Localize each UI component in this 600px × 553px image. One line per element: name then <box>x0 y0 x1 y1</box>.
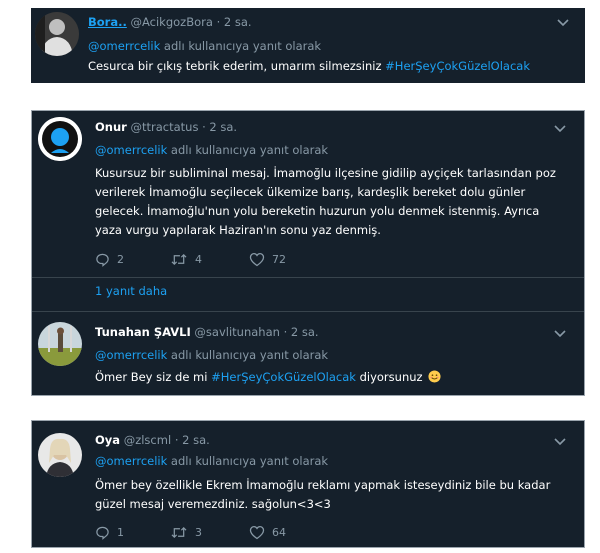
tweet-text-body: diyorsunuz <box>355 370 427 384</box>
reply-context: @omerrcelik adlı kullanıcıya yanıt olara… <box>88 39 321 53</box>
author-handle[interactable]: @savlitunahan <box>194 325 280 339</box>
tweet-text: Kusursuz bir subliminal mesaj. İmamoğlu … <box>95 164 575 240</box>
tweet-text-line: verilerek İmamoğlu seçilecek ülkemize ba… <box>95 185 526 199</box>
tweet-text-line: yaza vurgu yapılarak Haziran'ın sonu yaz… <box>95 223 381 237</box>
author-name[interactable]: Oya <box>95 433 120 447</box>
reply-count: 1 <box>117 525 124 539</box>
author-name[interactable]: Tunahan ŞAVLI <box>95 325 191 339</box>
chevron-down-icon[interactable] <box>556 18 570 28</box>
tweet-text-line: gelecek. İmamoğlu'nun yolu bereketin huz… <box>95 204 540 218</box>
author-handle[interactable]: @zlscml <box>124 433 171 447</box>
tweet-card-oya: Oya @zlscml · 2 sa. @omerrcelik adlı kul… <box>31 420 585 548</box>
author-handle[interactable]: @ttractatus <box>130 120 198 134</box>
reply-context-label: adlı kullanıcıya yanıt olarak <box>167 454 329 468</box>
retweet-button[interactable]: 3 <box>170 524 202 540</box>
like-count: 72 <box>272 252 286 266</box>
tweet-thread-card: Onur @ttractatus · 2 sa. @omerrcelik adl… <box>31 110 585 396</box>
author-name[interactable]: Bora.. <box>88 15 127 29</box>
tweet-time[interactable]: · 2 sa. <box>284 325 319 339</box>
tweet-actions: 2 4 72 <box>95 251 395 267</box>
avatar[interactable] <box>38 322 82 366</box>
avatar[interactable] <box>35 12 79 56</box>
chevron-down-icon[interactable] <box>553 329 567 339</box>
avatar[interactable] <box>38 433 82 477</box>
reply-context-label: adlı kullanıcıya yanıt olarak <box>167 348 329 362</box>
mention-link[interactable]: @omerrcelik <box>95 454 167 468</box>
tweet-onur: Onur @ttractatus · 2 sa. @omerrcelik adl… <box>32 111 584 311</box>
tweet-text-line: güzel mesaj veremezdiniz. sağolun<3<3 <box>95 497 331 511</box>
author-handle[interactable]: @AcikgozBora <box>131 15 213 29</box>
hashtag-link[interactable]: #HerŞeyÇokGüzelOlacak <box>211 370 356 384</box>
reply-button[interactable]: 2 <box>95 251 124 267</box>
tweet-time[interactable]: · 2 sa. <box>217 15 252 29</box>
tweet-time[interactable]: · 2 sa. <box>202 120 237 134</box>
like-button[interactable]: 64 <box>249 524 286 540</box>
retweet-icon <box>171 253 187 265</box>
reply-context-label: adlı kullanıcıya yanıt olarak <box>167 143 329 157</box>
mention-link[interactable]: @omerrcelik <box>95 143 167 157</box>
tweet-text-body: Ömer Bey siz de mi <box>95 370 212 384</box>
reply-context: @omerrcelik adlı kullanıcıya yanıt olara… <box>95 143 328 157</box>
retweet-count: 3 <box>195 525 202 539</box>
reply-icon <box>96 253 109 267</box>
reply-context: @omerrcelik adlı kullanıcıya yanıt olara… <box>95 348 328 362</box>
like-button[interactable]: 72 <box>249 251 286 267</box>
chevron-down-icon[interactable] <box>553 124 567 134</box>
hashtag-link[interactable]: #HerŞeyÇokGüzelOlacak <box>385 59 530 73</box>
retweet-count: 4 <box>195 252 202 266</box>
tweet-header: Oya @zlscml · 2 sa. <box>95 433 210 447</box>
reply-context: @omerrcelik adlı kullanıcıya yanıt olara… <box>95 454 328 468</box>
mention-link[interactable]: @omerrcelik <box>88 39 160 53</box>
tweet-actions: 1 3 64 <box>95 524 395 540</box>
retweet-button[interactable]: 4 <box>170 251 202 267</box>
tweet-header: Bora.. @AcikgozBora · 2 sa. <box>88 15 252 29</box>
mention-link[interactable]: @omerrcelik <box>95 348 167 362</box>
tweet-text-line: Ömer bey özellikle Ekrem İmamoğlu reklam… <box>95 478 551 492</box>
tweet-card-1: Bora.. @AcikgozBora · 2 sa. @omerrcelik … <box>31 8 585 83</box>
tweet-text: Ömer bey özellikle Ekrem İmamoğlu reklam… <box>95 476 575 514</box>
reply-count: 2 <box>117 252 124 266</box>
tweet-time[interactable]: · 2 sa. <box>175 433 210 447</box>
reply-context-label: adlı kullanıcıya yanıt olarak <box>160 39 322 53</box>
tweet-text-body: Cesurca bir çıkış tebrik ederim, umarım … <box>88 59 386 73</box>
author-name[interactable]: Onur <box>95 120 127 134</box>
like-count: 64 <box>272 525 286 539</box>
reply-icon <box>96 526 109 540</box>
avatar[interactable] <box>38 117 82 161</box>
tweet-tunahan: Tunahan ŞAVLI @savlitunahan · 2 sa. @ome… <box>32 312 584 396</box>
reply-button[interactable]: 1 <box>95 524 124 540</box>
smiling-face-emoji <box>428 370 441 383</box>
chevron-down-icon[interactable] <box>553 437 567 447</box>
retweet-icon <box>171 526 187 538</box>
like-icon <box>249 252 265 266</box>
more-replies-link[interactable]: 1 yanıt daha <box>95 284 167 298</box>
like-icon <box>249 525 265 539</box>
tweet-text: Cesurca bir çıkış tebrik ederim, umarım … <box>88 57 530 76</box>
tweet-header: Onur @ttractatus · 2 sa. <box>95 120 237 134</box>
tweet-text-line: Kusursuz bir subliminal mesaj. İmamoğlu … <box>95 166 556 180</box>
tweet-text: Ömer Bey siz de mi #HerŞeyÇokGüzelOlacak… <box>95 368 441 387</box>
divider <box>32 277 584 278</box>
tweet-header: Tunahan ŞAVLI @savlitunahan · 2 sa. <box>95 325 319 339</box>
